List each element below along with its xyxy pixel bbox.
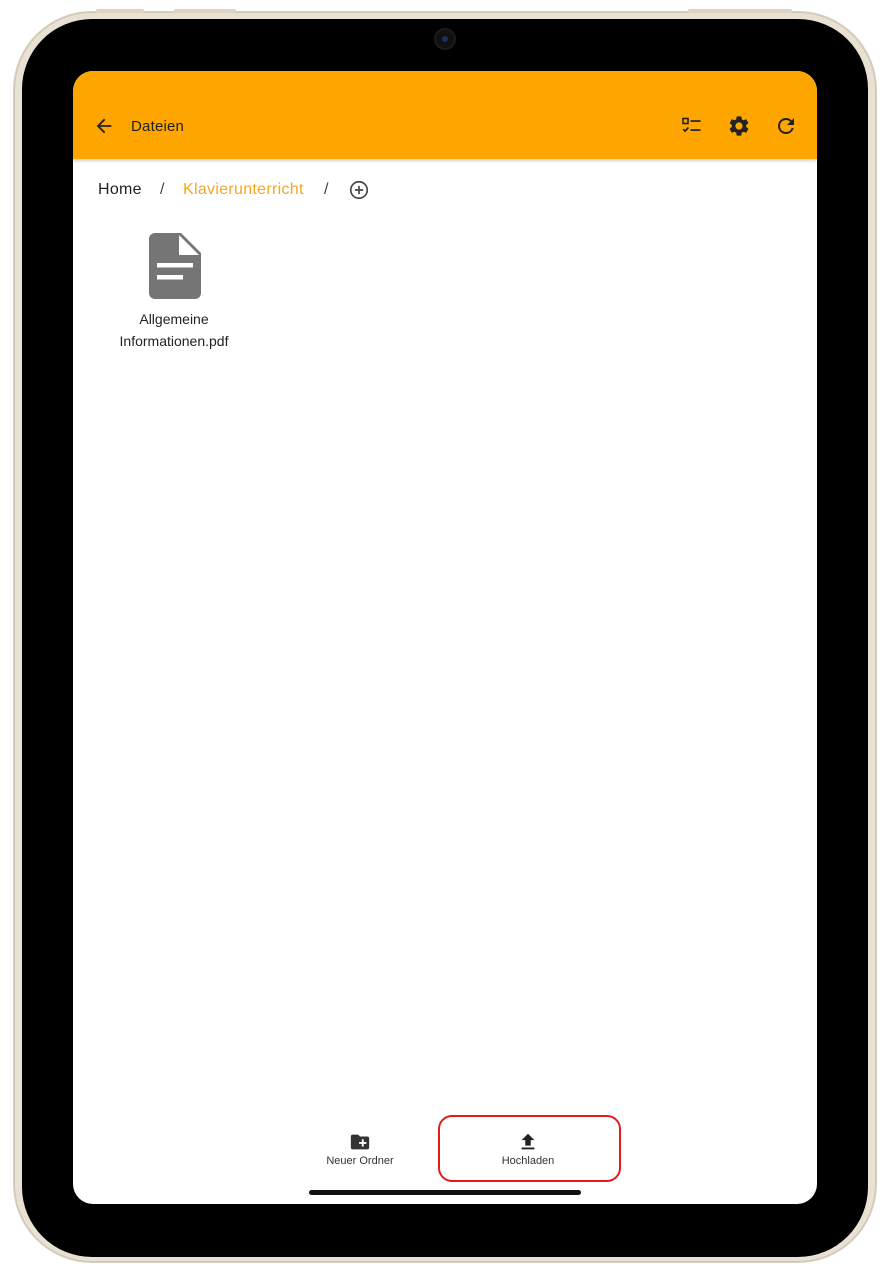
refresh-icon[interactable] <box>774 114 798 138</box>
create-folder-icon <box>350 1134 370 1150</box>
page-title: Dateien <box>131 118 185 135</box>
breadcrumb-separator: / <box>324 181 329 198</box>
volume-button <box>96 9 144 13</box>
app-screen: Dateien Home / Klavierunterricht / Allge… <box>73 71 817 1204</box>
app-bar: Dateien <box>73 71 817 159</box>
breadcrumb-current-folder[interactable]: Klavierunterricht <box>183 181 304 199</box>
breadcrumb-separator: / <box>160 181 165 198</box>
gear-icon[interactable] <box>727 114 751 138</box>
breadcrumb-home[interactable]: Home <box>98 181 142 199</box>
checklist-icon[interactable] <box>680 114 704 138</box>
home-indicator <box>309 1190 581 1195</box>
add-circle-icon[interactable] <box>348 179 370 201</box>
new-folder-label: Neuer Ordner <box>326 1155 394 1167</box>
file-name: Allgemeine Informationen.pdf <box>119 311 229 349</box>
volume-button <box>174 9 236 13</box>
new-folder-button[interactable]: Neuer Ordner <box>300 1123 420 1183</box>
camera-icon <box>434 28 456 50</box>
power-button <box>688 9 792 13</box>
upload-highlight <box>438 1115 621 1182</box>
document-icon <box>149 233 201 299</box>
arrow-back-icon[interactable] <box>93 115 115 137</box>
